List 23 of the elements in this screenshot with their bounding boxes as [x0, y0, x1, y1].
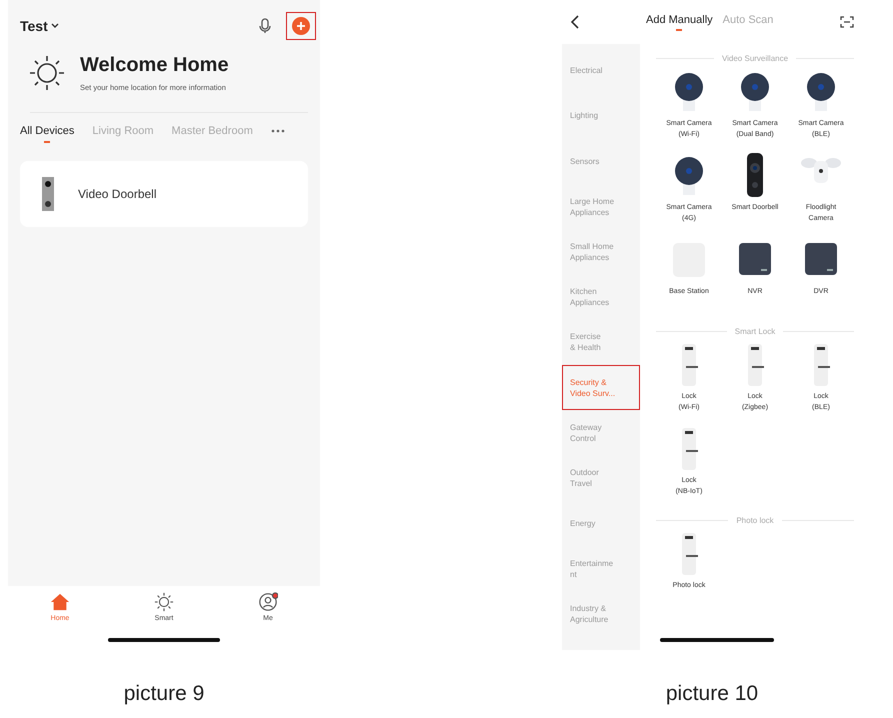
- home-menu[interactable]: Test: [20, 18, 59, 34]
- room-tab[interactable]: All Devices: [20, 125, 74, 143]
- figure-caption: picture 9: [124, 682, 204, 706]
- back-icon: [570, 15, 580, 29]
- section-title: Video Surveillance: [722, 54, 788, 63]
- figure-caption: picture 10: [666, 682, 758, 706]
- microphone-icon[interactable]: [258, 18, 272, 34]
- sun-icon: [154, 592, 174, 612]
- section-title: Smart Lock: [734, 327, 776, 336]
- device-name: Video Doorbell: [78, 187, 156, 201]
- more-icon[interactable]: [270, 129, 285, 133]
- profile-icon: [258, 592, 278, 612]
- home-icon: [50, 592, 70, 612]
- section-title: Photo lock: [736, 516, 774, 525]
- doorbell-icon: [42, 177, 54, 211]
- device-card[interactable]: Video Doorbell: [20, 161, 308, 227]
- plus-icon: [292, 17, 310, 35]
- header-tab[interactable]: Add Manually: [646, 14, 713, 30]
- add-button[interactable]: [286, 12, 316, 40]
- scan-icon[interactable]: [840, 16, 854, 28]
- chevron-down-icon: [50, 23, 59, 29]
- sun-icon: [28, 54, 66, 92]
- welcome-title: Welcome Home: [80, 54, 229, 77]
